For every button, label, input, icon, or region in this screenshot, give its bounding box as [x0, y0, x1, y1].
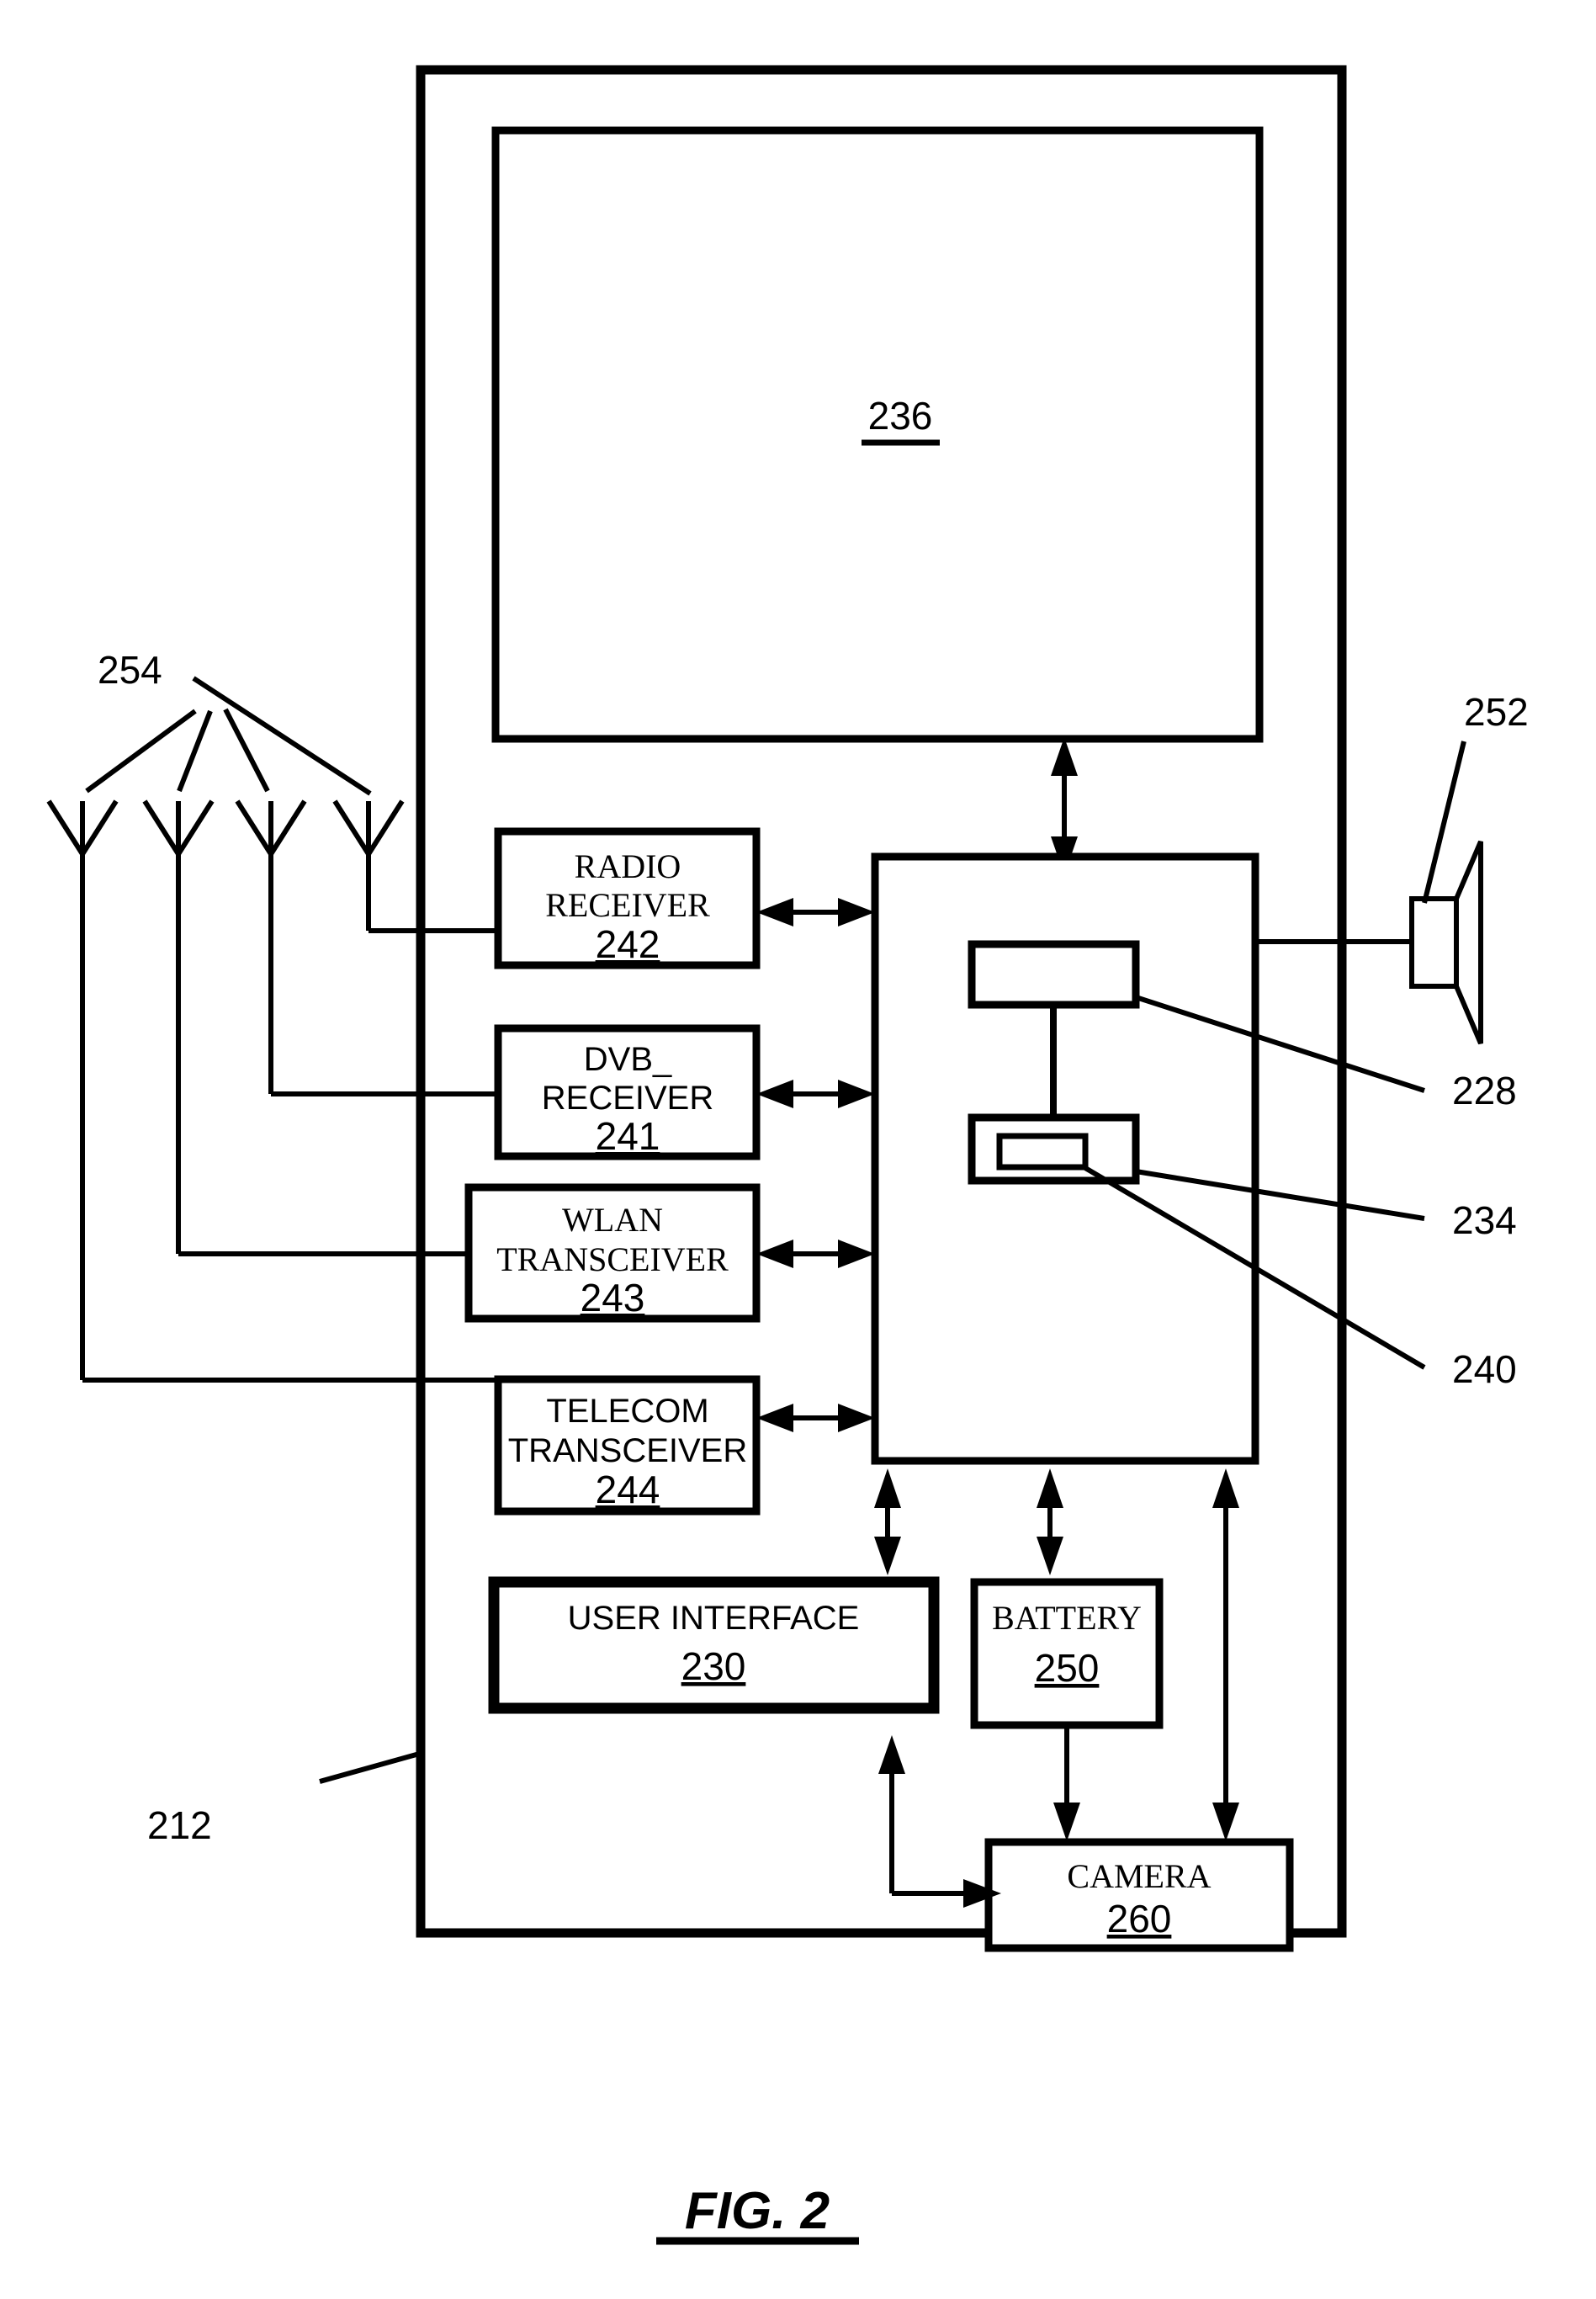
- radio-receiver-ref: 242: [596, 922, 660, 966]
- memory-inner-block: [968, 940, 1140, 1009]
- radio-receiver-line1: RADIO: [575, 847, 681, 885]
- figure-caption: FIG. 2: [685, 2182, 830, 2240]
- ref-label-228: 228: [1452, 1069, 1517, 1112]
- dvb-receiver-line1: DVB_: [584, 1041, 672, 1078]
- user-interface-ref: 230: [681, 1644, 746, 1688]
- user-interface-line1: USER INTERFACE: [568, 1600, 860, 1637]
- battery-ref: 250: [1035, 1646, 1100, 1690]
- ref-label-240: 240: [1452, 1347, 1517, 1391]
- battery-line1: BATTERY: [992, 1599, 1142, 1637]
- wlan-transceiver-line1: WLAN: [562, 1201, 663, 1239]
- wlan-transceiver-ref: 243: [581, 1276, 645, 1319]
- ref-label-234: 234: [1452, 1198, 1517, 1242]
- speaker-body: [1409, 896, 1459, 989]
- display-ref-label: 236: [868, 394, 933, 438]
- patent-figure-svg: 236 228 234 240 252 254 RADIO RECEIVER 2…: [0, 0, 1596, 2299]
- ref-label-252: 252: [1464, 690, 1529, 734]
- dvb-receiver-line2: RECEIVER: [542, 1080, 714, 1117]
- wlan-transceiver-line2: TRANSCEIVER: [496, 1240, 729, 1278]
- telecom-transceiver-line2: TRANSCEIVER: [508, 1432, 748, 1469]
- radio-receiver-line2: RECEIVER: [545, 886, 710, 924]
- core-inner-block: [996, 1133, 1089, 1171]
- telecom-transceiver-ref: 244: [596, 1468, 660, 1511]
- figure-canvas: 236 228 234 240 252 254 RADIO RECEIVER 2…: [0, 0, 1596, 2299]
- ref-label-212: 212: [147, 1803, 212, 1847]
- ref-label-254: 254: [98, 648, 162, 692]
- camera-line1: CAMERA: [1067, 1857, 1211, 1895]
- telecom-transceiver-line1: TELECOM: [546, 1393, 708, 1430]
- dvb-receiver-ref: 241: [596, 1114, 660, 1158]
- camera-ref: 260: [1107, 1897, 1172, 1941]
